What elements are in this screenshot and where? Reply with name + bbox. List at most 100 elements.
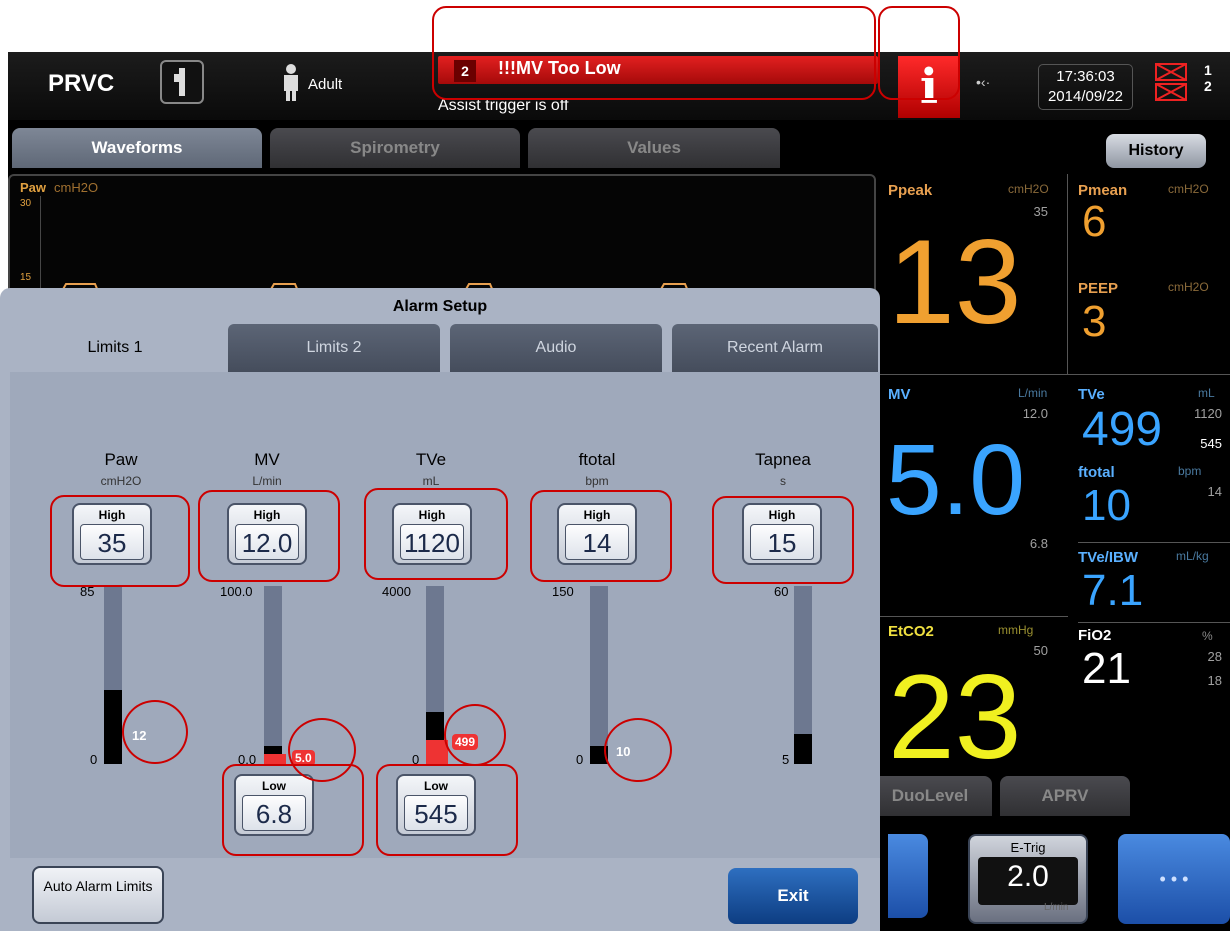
- wave-tick-30: 30: [20, 198, 32, 209]
- date: 2014/09/22: [1047, 88, 1124, 105]
- etco2-value: 23: [888, 650, 1022, 784]
- etrig-label: E-Trig: [1010, 840, 1046, 855]
- tab-duolevel[interactable]: DuoLevel: [868, 776, 992, 816]
- tve-ibw-unit: mL/kg: [1176, 549, 1209, 563]
- mv-scale-max: 100.0: [220, 584, 253, 599]
- mv-track[interactable]: [264, 586, 282, 764]
- mv-name: MV: [888, 386, 911, 403]
- tab-aprv[interactable]: APRV: [1000, 776, 1130, 816]
- mv-high: 12.0: [1022, 406, 1048, 421]
- ppeak-box[interactable]: Ppeak cmH2O 35 13: [878, 174, 1068, 374]
- etrig-unit: L/min: [1044, 902, 1069, 913]
- wave-tick-15: 15: [20, 272, 32, 283]
- col-tapnea-unit: s: [780, 474, 786, 488]
- annotation-mv-low: [222, 764, 364, 856]
- tve-name: TVe: [1078, 386, 1105, 403]
- ftotal-name: ftotal: [1078, 464, 1115, 481]
- annotation-mv-current: [288, 718, 356, 782]
- tab-limits-1[interactable]: Limits 1: [12, 324, 218, 372]
- tve-high: 1120: [1194, 406, 1222, 421]
- divider-1: [878, 374, 1230, 375]
- tve-low: 545: [1200, 436, 1222, 451]
- clock: 17:36:03 2014/09/22: [1038, 64, 1133, 110]
- annotation-ftotal-current: [604, 718, 672, 782]
- pmean-unit: cmH2O: [1168, 182, 1209, 196]
- annotation-paw-high: [50, 495, 190, 587]
- annotation-tve-current: [444, 704, 506, 766]
- annotation-mv-high: [198, 490, 340, 582]
- annotation-paw-current: [122, 700, 188, 764]
- tab-audio[interactable]: Audio: [450, 324, 662, 372]
- col-ftotal-unit: bpm: [585, 474, 609, 488]
- tve-scale-max: 4000: [382, 584, 411, 599]
- col-tapnea-name: Tapnea: [755, 450, 811, 469]
- exit-button[interactable]: Exit: [728, 868, 858, 924]
- dialog-title: Alarm Setup: [392, 298, 488, 315]
- history-button[interactable]: History: [1106, 134, 1206, 168]
- tve-ibw-box[interactable]: TVe/IBW mL/kg 7.1: [1078, 542, 1230, 613]
- wave-unit: cmH2O: [54, 180, 99, 195]
- ppeak-unit: cmH2O: [1008, 182, 1049, 196]
- etco2-unit: mmHg: [998, 623, 1034, 637]
- ftotal-high: 14: [1207, 484, 1222, 499]
- patient-type: Adult: [308, 76, 343, 93]
- col-mv-name: MV: [254, 450, 280, 469]
- mv-low: 6.8: [1029, 536, 1048, 551]
- mv-unit: L/min: [1018, 386, 1048, 400]
- parameter-panel: Ppeak cmH2O 35 13 Pmean cmH2O 6 PEEP cmH…: [878, 174, 1230, 814]
- annotation-ftotal-high: [530, 490, 672, 582]
- fio2-low: 18: [1207, 673, 1222, 688]
- tve-ibw-name: TVe/IBW: [1078, 549, 1139, 566]
- etrig-button[interactable]: E-Trig 2.0 L/min: [968, 834, 1088, 924]
- tapnea-scale-min: 5: [782, 752, 790, 767]
- peep-unit: cmH2O: [1168, 280, 1209, 294]
- alarm-silence-icon[interactable]: [1154, 60, 1200, 111]
- peep-value: 3: [1082, 297, 1107, 346]
- alarm-counts: 1 2: [1204, 62, 1212, 94]
- more-button[interactable]: • • •: [1118, 834, 1230, 924]
- etco2-box[interactable]: EtCO2 mmHg 50 23 15: [878, 616, 1068, 796]
- ppeak-value: 13: [888, 215, 1022, 349]
- annotation-info-button: [878, 6, 960, 100]
- tve-unit: mL: [1198, 386, 1215, 400]
- fio2-box[interactable]: FiO2 % 28 21 18: [1078, 622, 1230, 691]
- etrig-value: 2.0: [978, 857, 1078, 905]
- col-mv-unit: L/min: [252, 474, 282, 488]
- tab-values[interactable]: Values: [528, 128, 780, 168]
- ventilation-mode[interactable]: PRVC: [48, 70, 114, 98]
- fio2-name: FiO2: [1078, 627, 1112, 644]
- alarm-count-2: 2: [1204, 78, 1212, 94]
- wave-param: Paw: [20, 180, 47, 195]
- ftotal-track[interactable]: [590, 586, 608, 764]
- tve-value: 499: [1082, 403, 1163, 456]
- alarm-count-1: 1: [1204, 62, 1212, 78]
- etco2-name: EtCO2: [888, 623, 934, 640]
- patient-circuit-icon[interactable]: [160, 60, 204, 104]
- tab-spirometry[interactable]: Spirometry: [270, 128, 520, 168]
- adult-icon: [280, 62, 302, 107]
- tab-waveforms[interactable]: Waveforms: [12, 128, 262, 168]
- annotation-tapnea-high: [712, 496, 854, 584]
- ftotal-scale-max: 150: [552, 584, 574, 599]
- fio2-unit: %: [1202, 629, 1213, 643]
- fio2-value: 21: [1082, 644, 1131, 693]
- setting-button-partial[interactable]: [888, 834, 928, 918]
- annotation-tve-low: [376, 764, 518, 856]
- ftotal-unit: bpm: [1178, 464, 1202, 478]
- ftotal-scale-min: 0: [576, 752, 584, 767]
- col-paw-unit: cmH2O: [100, 474, 142, 488]
- ftotal-value: 10: [1082, 481, 1131, 530]
- paw-fill: [104, 690, 122, 764]
- tapnea-scale-max: 60: [774, 584, 789, 599]
- fio2-high: 28: [1207, 649, 1222, 664]
- pmean-value: 6: [1082, 197, 1107, 246]
- col-ftotal-name: ftotal: [578, 450, 616, 469]
- mv-value: 5.0: [886, 424, 1026, 536]
- tve-ibw-value: 7.1: [1082, 566, 1144, 615]
- tab-limits-2[interactable]: Limits 2: [228, 324, 440, 372]
- tab-recent-alarm[interactable]: Recent Alarm: [672, 324, 878, 372]
- col-tve-unit: mL: [422, 474, 440, 488]
- paw-scale-min: 0: [90, 752, 98, 767]
- mv-low-fill: [264, 754, 286, 764]
- auto-alarm-limits-button[interactable]: Auto Alarm Limits: [32, 866, 164, 924]
